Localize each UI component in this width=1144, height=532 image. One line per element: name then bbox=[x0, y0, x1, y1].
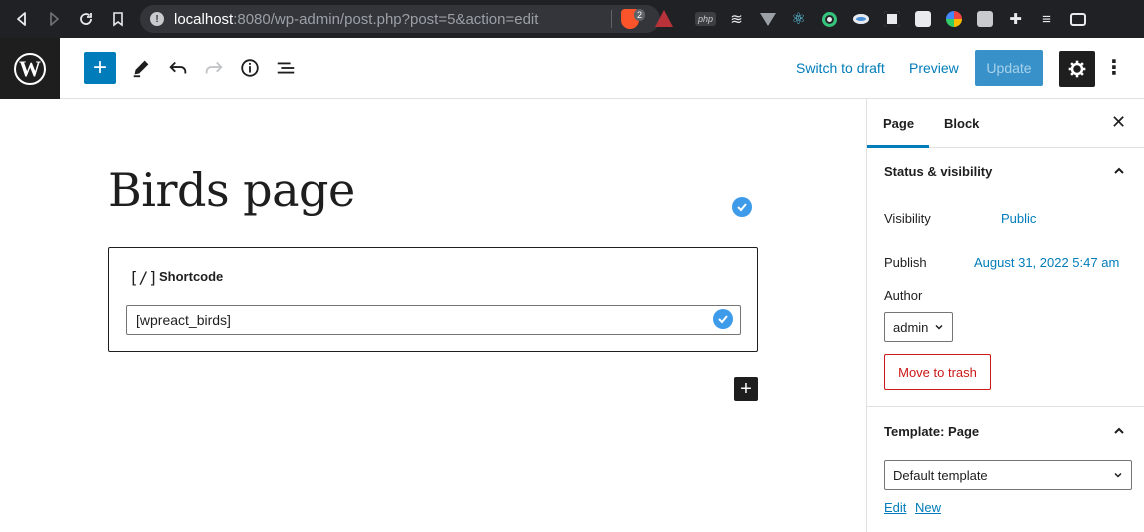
chevron-up-icon[interactable] bbox=[1112, 164, 1126, 178]
template-select[interactable]: Default template bbox=[884, 460, 1132, 490]
new-template-link[interactable]: New bbox=[915, 500, 941, 515]
site-info-icon[interactable]: ! bbox=[150, 12, 164, 26]
block-inserter-button[interactable]: + bbox=[734, 377, 758, 401]
list-view-icon[interactable] bbox=[273, 55, 299, 81]
add-block-button[interactable]: + bbox=[84, 52, 116, 84]
author-select[interactable]: admin bbox=[884, 312, 953, 342]
template-panel-title[interactable]: Template: Page bbox=[884, 424, 979, 439]
settings-gear-button[interactable] bbox=[1059, 51, 1095, 87]
move-to-trash-button[interactable]: Move to trash bbox=[884, 354, 991, 390]
react-icon[interactable]: ⚛ bbox=[783, 0, 814, 38]
chevron-up-icon[interactable] bbox=[1112, 424, 1126, 438]
tab-page[interactable]: Page bbox=[883, 116, 914, 131]
template-selected-value: Default template bbox=[893, 468, 988, 483]
update-button[interactable]: Update bbox=[975, 50, 1043, 86]
status-visibility-panel-title[interactable]: Status & visibility bbox=[884, 164, 992, 179]
trello-icon[interactable] bbox=[907, 0, 938, 38]
sidebar-tabs: Page Block ✕ bbox=[867, 99, 1144, 148]
brave-rewards-icon[interactable] bbox=[655, 10, 673, 27]
shortcode-icon: [/] bbox=[129, 268, 158, 287]
address-bar[interactable]: ! localhost:8080/wp-admin/post.php?post=… bbox=[140, 5, 660, 33]
url-path: :8080/wp-admin/post.php?post=5&action=ed… bbox=[233, 10, 539, 28]
close-icon[interactable]: ✕ bbox=[1111, 112, 1126, 133]
extensions-bar: php ≋ ⚛ ✚ ≡ bbox=[690, 0, 1093, 38]
panel-divider bbox=[867, 406, 1144, 407]
back-icon[interactable] bbox=[8, 0, 36, 38]
gear-icon bbox=[1068, 60, 1086, 78]
qr-icon[interactable] bbox=[876, 0, 907, 38]
tools-pencil-icon[interactable] bbox=[128, 55, 154, 81]
publish-date-toggle[interactable]: August 31, 2022 5:47 am bbox=[974, 255, 1119, 270]
wordpress-logo-button[interactable]: W bbox=[0, 38, 60, 99]
shortcode-input[interactable]: [wpreact_birds] bbox=[126, 305, 741, 335]
switch-to-draft-button[interactable]: Switch to draft bbox=[796, 60, 885, 76]
bookmark-icon[interactable] bbox=[104, 0, 132, 38]
details-info-icon[interactable] bbox=[237, 55, 263, 81]
forward-icon[interactable] bbox=[40, 0, 68, 38]
playlist-icon[interactable]: ≡ bbox=[1031, 0, 1062, 38]
chevron-down-icon bbox=[1114, 472, 1122, 478]
editor-header: W + Switch to draft Preview Update ⋮ bbox=[0, 38, 1144, 99]
post-title[interactable]: Birds page bbox=[108, 163, 355, 217]
author-label: Author bbox=[884, 288, 923, 303]
target-icon[interactable] bbox=[814, 0, 845, 38]
eye-icon[interactable] bbox=[845, 0, 876, 38]
wordpress-logo-icon: W bbox=[14, 52, 46, 85]
undo-icon[interactable] bbox=[165, 55, 191, 81]
shortcode-block-label: Shortcode bbox=[159, 269, 224, 284]
visibility-label: Visibility bbox=[884, 211, 931, 226]
redo-icon[interactable] bbox=[201, 55, 227, 81]
more-options-icon[interactable]: ⋮ bbox=[1104, 56, 1124, 80]
editor-canvas: Birds page [/] Shortcode [wpreact_birds]… bbox=[0, 99, 866, 532]
browser-toolbar: ! localhost:8080/wp-admin/post.php?post=… bbox=[0, 0, 1144, 38]
publish-label: Publish bbox=[884, 255, 927, 270]
tab-block[interactable]: Block bbox=[944, 116, 979, 131]
preview-button[interactable]: Preview bbox=[909, 60, 959, 76]
chevron-down-icon bbox=[935, 324, 943, 330]
reload-icon[interactable] bbox=[72, 0, 100, 38]
settings-sidebar: Page Block ✕ Status & visibility Visibil… bbox=[866, 99, 1144, 532]
notes-icon[interactable] bbox=[969, 0, 1000, 38]
shortcode-grammar-check-icon[interactable] bbox=[713, 309, 733, 329]
wave-icon[interactable]: ≋ bbox=[721, 0, 752, 38]
shield-count-badge: 2 bbox=[634, 9, 646, 21]
active-tab-indicator bbox=[867, 145, 929, 148]
shortcode-block[interactable]: [/] Shortcode [wpreact_birds] bbox=[108, 247, 758, 352]
edit-template-link[interactable]: Edit bbox=[884, 500, 906, 515]
vue-icon[interactable] bbox=[752, 0, 783, 38]
puzzle-icon[interactable]: ✚ bbox=[1000, 0, 1031, 38]
title-grammar-check-icon[interactable] bbox=[732, 197, 752, 217]
php-icon[interactable]: php bbox=[690, 0, 721, 38]
wallet-icon[interactable] bbox=[1062, 0, 1093, 38]
color-icon[interactable] bbox=[938, 0, 969, 38]
url-host: localhost bbox=[174, 10, 234, 28]
address-separator bbox=[611, 10, 612, 28]
author-selected-value: admin bbox=[893, 320, 929, 335]
visibility-toggle[interactable]: Public bbox=[1001, 211, 1036, 226]
